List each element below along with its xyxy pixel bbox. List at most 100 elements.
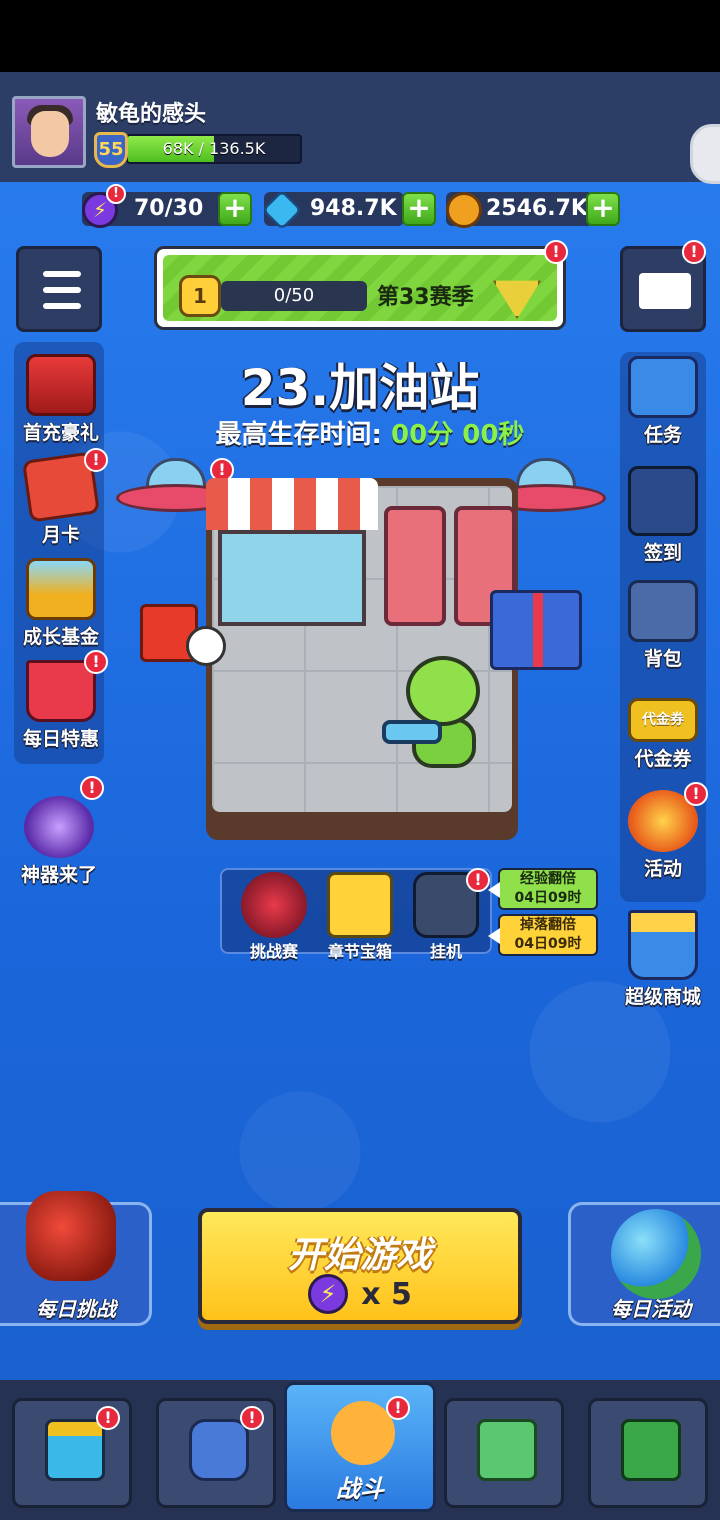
hero-gun [382, 720, 442, 744]
nav-battle-label: 战斗 [336, 1475, 384, 1503]
boxing-glove-icon [26, 1191, 116, 1281]
gas-pump [384, 506, 446, 626]
drop-double-badge: 掉落翻倍 04日09时 [488, 914, 598, 956]
side-peek-button[interactable] [690, 124, 720, 184]
menu-line [43, 271, 81, 277]
voucher-label: 代金券 [634, 748, 692, 770]
coin-icon [446, 192, 482, 228]
survive-label: 最高生存时间: [215, 420, 382, 450]
map-icon [477, 1419, 537, 1481]
activity-label: 活动 [643, 858, 682, 880]
diamond-resource: 948.7K [261, 189, 404, 231]
signin-icon [628, 466, 698, 536]
diamond-plus-button[interactable]: + [402, 192, 436, 226]
shop-awning [206, 478, 378, 530]
task-item[interactable]: 任务 [618, 356, 708, 447]
xp-double-title: 经验翻倍 [520, 871, 576, 887]
daily-challenge-label: 每日挑战 [36, 1297, 116, 1321]
first-recharge-item[interactable]: 首充豪礼 [16, 354, 106, 445]
season-inner: 1 0/50 第33赛季 [163, 255, 557, 321]
nav-battle-alert-badge: ! [386, 1396, 410, 1420]
idle-alert-badge: ! [466, 868, 490, 892]
voucher-icon: 代金券 [628, 698, 698, 742]
signin-label: 签到 [643, 542, 682, 564]
season-panel[interactable]: 1 0/50 第33赛季 [154, 246, 566, 330]
growth-fund-icon [26, 558, 96, 620]
backpack-item[interactable]: 背包 [618, 580, 708, 671]
daily-activity-label: 每日活动 [611, 1297, 691, 1321]
backpack-icon [628, 580, 698, 642]
stage-title: 23.加油站 [240, 359, 480, 417]
status-bar [0, 0, 720, 72]
challenge-item[interactable]: 挑战赛 [232, 872, 316, 962]
chapter-chest-label: 章节宝箱 [327, 942, 392, 961]
season-level: 1 [179, 275, 221, 317]
super-mall-label: 超级商城 [624, 986, 701, 1008]
signin-item[interactable]: 签到 [618, 466, 708, 565]
gift-box-right [490, 590, 582, 670]
mail-alert-badge: ! [682, 240, 706, 264]
artifact-item[interactable]: 神器来了 [14, 796, 104, 887]
artifact-alert-badge: ! [80, 776, 104, 800]
energy-plus-button[interactable]: + [218, 192, 252, 226]
chapter-chest-icon [327, 872, 393, 938]
coin-value: 2546.7K [486, 196, 588, 221]
artifact-label: 神器来了 [20, 864, 97, 886]
nav-shop-alert-badge: ! [96, 1406, 120, 1430]
nav-tab-upgrade[interactable] [588, 1398, 708, 1508]
treasure-chest-icon [26, 354, 96, 416]
voucher-item[interactable]: 代金券 代金券 [618, 692, 708, 771]
nav-tab-battle[interactable]: 战斗 [284, 1382, 436, 1512]
avatar-face [31, 111, 69, 157]
shop-icon [45, 1419, 105, 1481]
hero-head [406, 656, 480, 726]
xp-double-badge: 经验翻倍 04日09时 [488, 868, 598, 910]
xp-text: 68K / 136.5K [162, 139, 266, 158]
stage-scene[interactable] [206, 478, 518, 840]
daily-activity-button[interactable]: 每日活动 [568, 1202, 720, 1326]
menu-line [43, 287, 81, 293]
start-game-label: 开始游戏 [287, 1235, 432, 1276]
menu-line [43, 303, 81, 309]
energy-alert-badge: ! [106, 184, 126, 204]
season-progress: 0/50 [221, 281, 367, 311]
survive-time: 最高生存时间: 00分 00秒 [180, 414, 560, 451]
challenge-label: 挑战赛 [249, 942, 298, 961]
upgrade-chip-icon [621, 1419, 681, 1481]
task-label: 任务 [643, 424, 682, 446]
energy-icon: ⚡ [308, 1274, 349, 1314]
nav-tab-map[interactable] [444, 1398, 564, 1508]
artifact-icon [24, 796, 94, 858]
growth-fund-item[interactable]: 成长基金 [16, 558, 106, 649]
diamond-icon [261, 189, 303, 231]
coin-plus-button[interactable]: + [586, 192, 620, 226]
envelope-icon [639, 273, 691, 309]
nav-armor-alert-badge: ! [240, 1406, 264, 1430]
season-alert-badge: ! [544, 240, 568, 264]
season-title: 第33赛季 [377, 285, 474, 310]
hero-character [382, 656, 492, 776]
first-recharge-label: 首充豪礼 [22, 422, 99, 444]
player-name: 敏龟的感头 [96, 102, 207, 127]
month-card-label: 月卡 [41, 524, 80, 546]
energy-resource: ⚡ 70/30 [82, 192, 232, 228]
diamond-value: 948.7K [310, 196, 397, 221]
month-card-alert-badge: ! [84, 448, 108, 472]
start-game-button[interactable]: 开始游戏 ⚡ x 5 [198, 1208, 522, 1324]
drop-double-title: 掉落翻倍 [520, 917, 576, 933]
shopping-cart-icon [628, 910, 698, 980]
daily-challenge-button[interactable]: 每日挑战 [0, 1191, 152, 1326]
xp-bar: 68K / 136.5K [126, 134, 302, 164]
menu-button[interactable] [16, 246, 102, 332]
crossed-swords-icon [241, 872, 307, 938]
drop-double-time: 04日09时 [514, 936, 582, 952]
armor-icon [189, 1419, 249, 1481]
shop-window [218, 530, 366, 626]
avatar[interactable] [12, 96, 86, 168]
task-icon [628, 356, 698, 418]
start-game-cost: ⚡ x 5 [202, 1274, 518, 1314]
super-mall-item[interactable]: 超级商城 [618, 910, 708, 1009]
level-badge: 55 [94, 132, 128, 168]
chapter-chest-item[interactable]: 章节宝箱 [318, 872, 402, 962]
backpack-label: 背包 [643, 648, 682, 670]
